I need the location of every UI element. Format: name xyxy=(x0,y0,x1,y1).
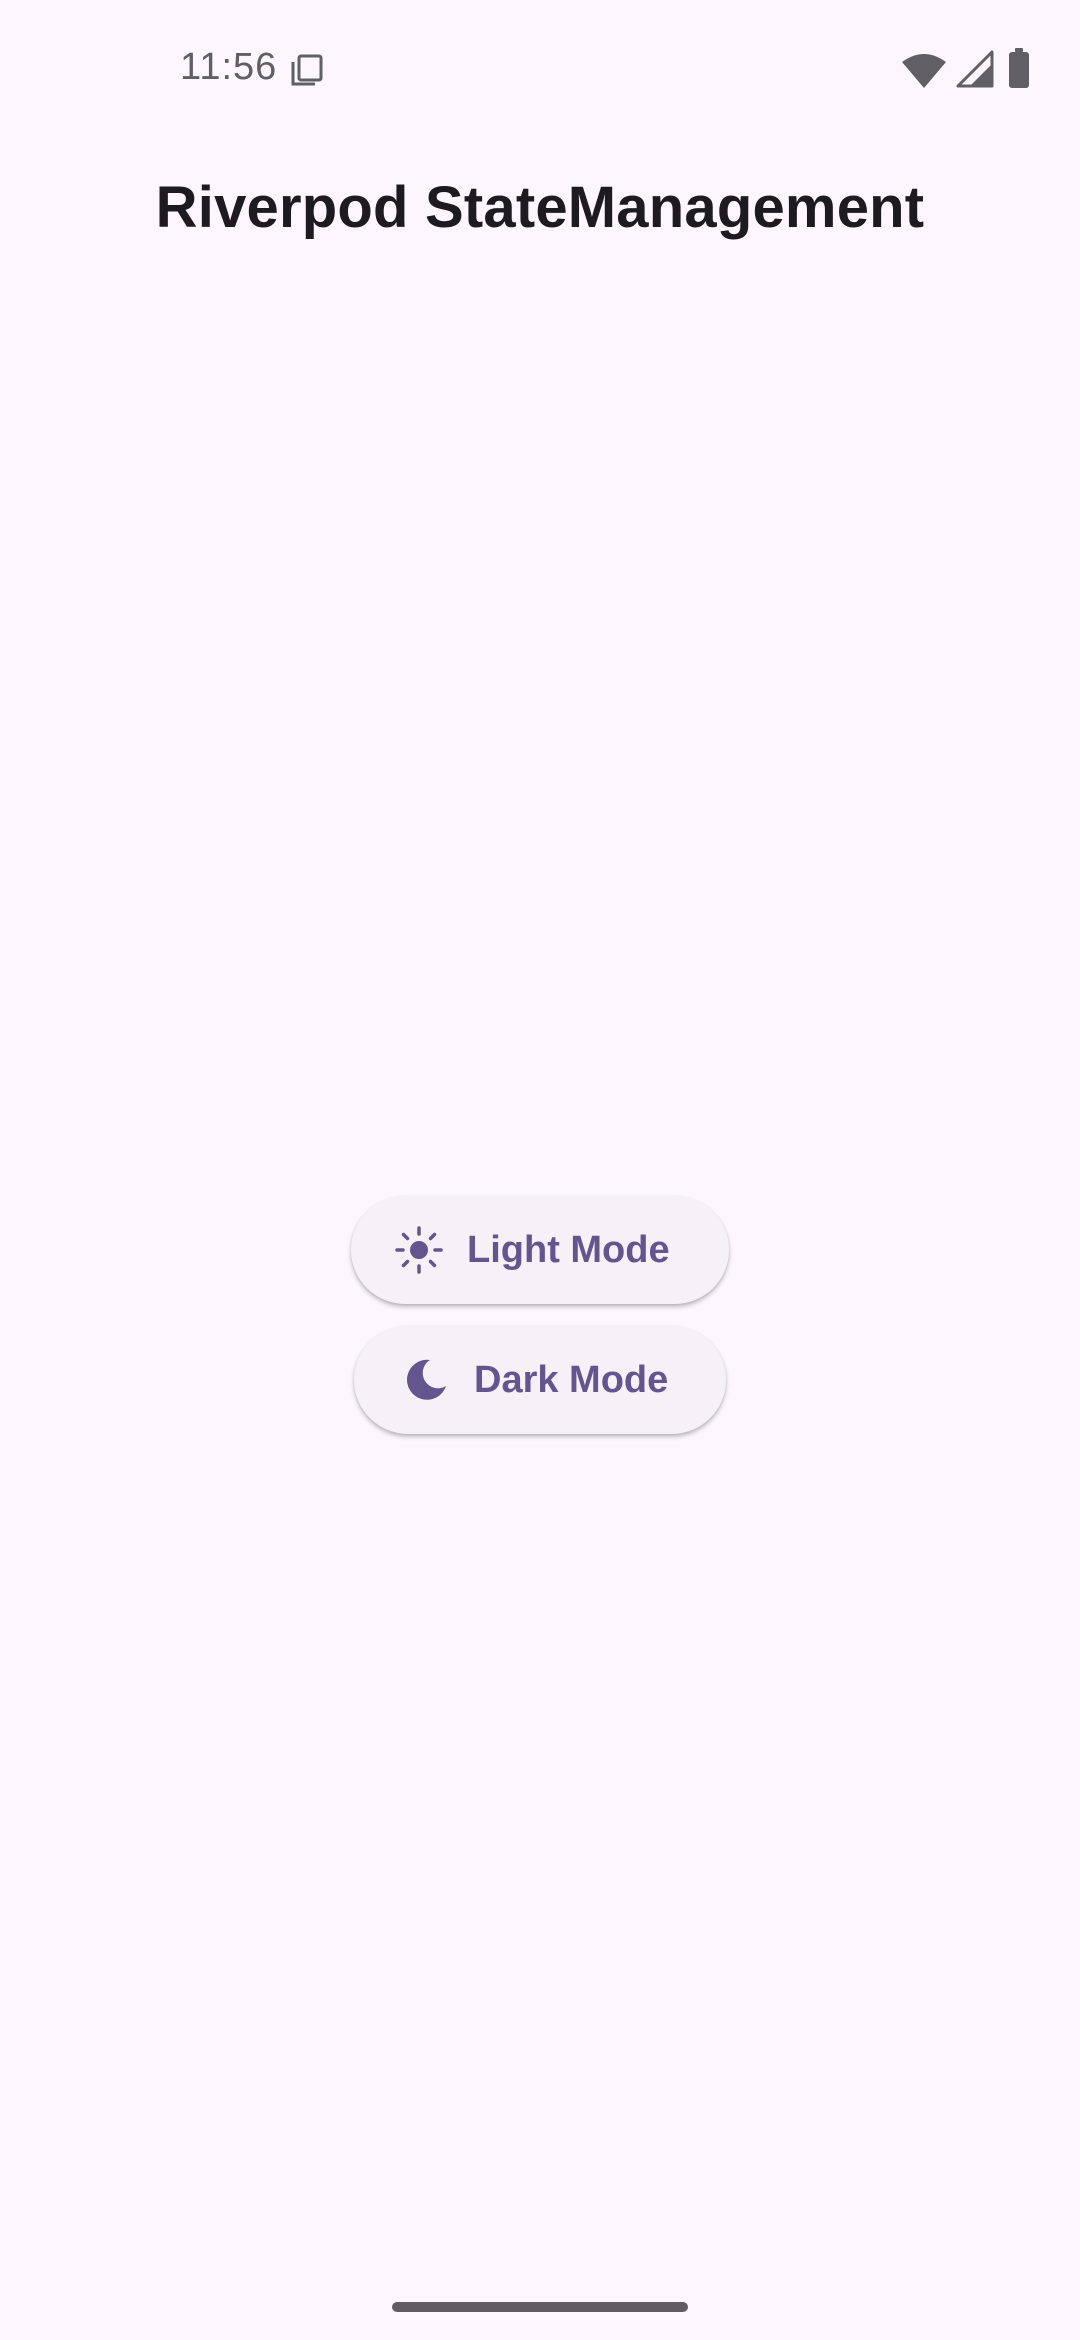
status-bar: 11:56 xyxy=(0,0,1080,140)
home-indicator[interactable] xyxy=(392,2302,688,2312)
app-bar: Riverpod StateManagement xyxy=(0,140,1080,280)
light-mode-button[interactable]: Light Mode xyxy=(351,1196,729,1304)
screen: 11:56 Riverpod StateManagement Light Mod… xyxy=(0,0,1080,2340)
sun-icon xyxy=(393,1224,445,1276)
screenshot-notification-icon xyxy=(289,52,325,88)
wifi-icon xyxy=(902,52,946,88)
status-icons xyxy=(880,48,1080,92)
moon-icon xyxy=(400,1354,452,1406)
dark-mode-button[interactable]: Dark Mode xyxy=(354,1326,726,1434)
battery-icon xyxy=(1008,48,1030,88)
signal-icon xyxy=(956,50,994,88)
status-time: 11:56 xyxy=(180,46,278,88)
dark-mode-label: Dark Mode xyxy=(474,1358,669,1401)
page-title: Riverpod StateManagement xyxy=(155,175,925,240)
light-mode-label: Light Mode xyxy=(467,1228,670,1271)
